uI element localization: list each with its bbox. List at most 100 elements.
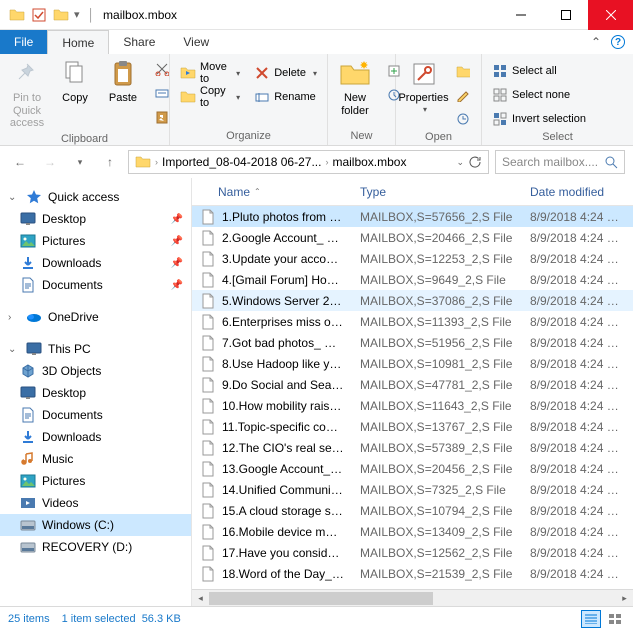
file-row[interactable]: 2.Google Account_ sig...MAILBOX,S=20466_… (192, 227, 633, 248)
column-type[interactable]: Type (352, 185, 522, 199)
nav-d-drive[interactable]: RECOVERY (D:) (0, 536, 191, 558)
back-button[interactable]: ← (8, 150, 32, 174)
column-name[interactable]: Name⌃ (192, 185, 352, 199)
file-row[interactable]: 1.Pluto photos from th...MAILBOX,S=57656… (192, 206, 633, 227)
tab-view[interactable]: View (169, 30, 223, 54)
file-row[interactable]: 12.The CIO's real securi...MAILBOX,S=573… (192, 437, 633, 458)
column-date[interactable]: Date modified (522, 185, 632, 199)
select-all-button[interactable]: Select all (488, 60, 590, 82)
forward-button[interactable]: → (38, 150, 62, 174)
nav-c-drive[interactable]: Windows (C:) (0, 514, 191, 536)
properties-button[interactable]: Properties ▾ (402, 56, 445, 116)
search-input[interactable]: Search mailbox.... (495, 150, 625, 174)
nav-downloads[interactable]: Downloads📌 (0, 252, 191, 274)
file-row[interactable]: 17.Have you considere...MAILBOX,S=12562_… (192, 542, 633, 563)
file-row[interactable]: 10.How mobility raises...MAILBOX,S=11643… (192, 395, 633, 416)
tab-home[interactable]: Home (47, 30, 109, 54)
help-icon[interactable]: ? (611, 35, 625, 49)
qat-dropdown-icon[interactable]: ▾ (74, 8, 80, 21)
file-list[interactable]: 1.Pluto photos from th...MAILBOX,S=57656… (192, 206, 633, 589)
minimize-button[interactable] (498, 0, 543, 30)
nav-desktop[interactable]: Desktop📌 (0, 208, 191, 230)
nav-downloads-2[interactable]: Downloads (0, 426, 191, 448)
paste-icon (107, 58, 139, 90)
history-icon (455, 111, 471, 127)
file-name: 2.Google Account_ sig... (222, 231, 344, 245)
nav-pictures[interactable]: Pictures📌 (0, 230, 191, 252)
scroll-left-icon[interactable]: ◂ (192, 590, 209, 607)
nav-this-pc[interactable]: ⌄This PC (0, 338, 191, 360)
rename-button[interactable]: Rename (250, 86, 321, 108)
scrollbar-thumb[interactable] (209, 592, 433, 605)
open-button[interactable] (451, 60, 475, 82)
file-row[interactable]: 14.Unified Communica...MAILBOX,S=7325_2,… (192, 479, 633, 500)
copy-to-button[interactable]: Copy to▾ (176, 86, 244, 108)
breadcrumb-seg-1[interactable]: Imported_08-04-2018 06-27... (158, 155, 325, 169)
horizontal-scrollbar[interactable]: ◂ ▸ (192, 589, 633, 606)
tab-file[interactable]: File (0, 30, 47, 54)
copy-button[interactable]: Copy (54, 56, 96, 107)
file-row[interactable]: 5.Windows Server 2016...MAILBOX,S=37086_… (192, 290, 633, 311)
file-row[interactable]: 6.Enterprises miss out ...MAILBOX,S=1139… (192, 311, 633, 332)
nav-documents[interactable]: Documents📌 (0, 274, 191, 296)
file-row[interactable]: 16.Mobile device man...MAILBOX,S=13409_2… (192, 521, 633, 542)
new-folder-icon (339, 58, 371, 90)
nav-quick-access[interactable]: ⌄Quick access (0, 186, 191, 208)
address-row: ← → ▾ ↑ › Imported_08-04-2018 06-27... ›… (0, 146, 633, 178)
nav-documents-2[interactable]: Documents (0, 404, 191, 426)
paste-button[interactable]: Paste (102, 56, 144, 107)
file-row[interactable]: 11.Topic-specific com...MAILBOX,S=13767_… (192, 416, 633, 437)
ribbon-collapse-icon[interactable]: ⌃ (591, 35, 601, 49)
close-button[interactable] (588, 0, 633, 30)
address-bar[interactable]: › Imported_08-04-2018 06-27... › mailbox… (128, 150, 489, 174)
nav-music[interactable]: Music (0, 448, 191, 470)
folder-small-icon[interactable] (52, 6, 70, 24)
select-none-button[interactable]: Select none (488, 84, 590, 106)
file-row[interactable]: 18.Word of the Day_ u...MAILBOX,S=21539_… (192, 563, 633, 584)
navigation-pane[interactable]: ⌄Quick access Desktop📌 Pictures📌 Downloa… (0, 178, 192, 606)
file-date: 8/9/2018 4:24 PM (522, 336, 632, 350)
history-button[interactable] (451, 108, 475, 130)
up-button[interactable]: ↑ (98, 150, 122, 174)
recent-locations-button[interactable]: ▾ (68, 150, 92, 174)
large-icons-view-button[interactable] (605, 610, 625, 628)
nav-onedrive[interactable]: ›OneDrive (0, 306, 191, 328)
file-row[interactable]: 8.Use Hadoop like you... MAILBOX,S=10981_… (192, 353, 633, 374)
qat-checkbox-icon[interactable] (30, 6, 48, 24)
refresh-icon[interactable] (468, 155, 482, 169)
invert-selection-button[interactable]: Invert selection (488, 108, 590, 130)
desktop-icon (20, 211, 36, 227)
address-dropdown-icon[interactable]: ⌄ (456, 157, 464, 168)
file-icon (200, 251, 216, 267)
file-row[interactable]: 4.[Gmail Forum] How t...MAILBOX,S=9649_2… (192, 269, 633, 290)
file-name: 4.[Gmail Forum] How t... (222, 273, 344, 287)
nav-3d-objects[interactable]: 3D Objects (0, 360, 191, 382)
breadcrumb-seg-2[interactable]: mailbox.mbox (328, 155, 410, 169)
file-row[interactable]: 3.Update your account ...MAILBOX,S=12253… (192, 248, 633, 269)
title-bar: ▾ │ mailbox.mbox (0, 0, 633, 30)
tab-share[interactable]: Share (109, 30, 169, 54)
nav-videos[interactable]: Videos (0, 492, 191, 514)
file-row[interactable]: 9.Do Social and Search...MAILBOX,S=47781… (192, 374, 633, 395)
maximize-button[interactable] (543, 0, 588, 30)
move-to-button[interactable]: Move to▾ (176, 62, 244, 84)
edit-button[interactable] (451, 84, 475, 106)
nav-pictures-2[interactable]: Pictures (0, 470, 191, 492)
delete-button[interactable]: Delete▾ (250, 62, 321, 84)
disk-icon (20, 539, 36, 555)
file-row[interactable]: 15.A cloud storage sol...MAILBOX,S=10794… (192, 500, 633, 521)
edit-icon (455, 87, 471, 103)
file-row[interactable]: 13.Google Account_ si...MAILBOX,S=20456_… (192, 458, 633, 479)
downloads-icon (20, 429, 36, 445)
scroll-right-icon[interactable]: ▸ (616, 590, 633, 607)
nav-desktop-2[interactable]: Desktop (0, 382, 191, 404)
file-date: 8/9/2018 4:24 PM (522, 546, 632, 560)
pin-to-quick-access-button[interactable]: Pin to Quick access (6, 56, 48, 132)
file-date: 8/9/2018 4:24 PM (522, 210, 632, 224)
new-folder-button[interactable]: New folder (334, 56, 376, 119)
file-type: MAILBOX,S=10981_2,S File (352, 357, 522, 371)
file-row[interactable]: 7.Got bad photos_ Her...MAILBOX,S=51956_… (192, 332, 633, 353)
file-name: 8.Use Hadoop like you... (222, 357, 344, 371)
file-date: 8/9/2018 4:24 PM (522, 567, 632, 581)
details-view-button[interactable] (581, 610, 601, 628)
